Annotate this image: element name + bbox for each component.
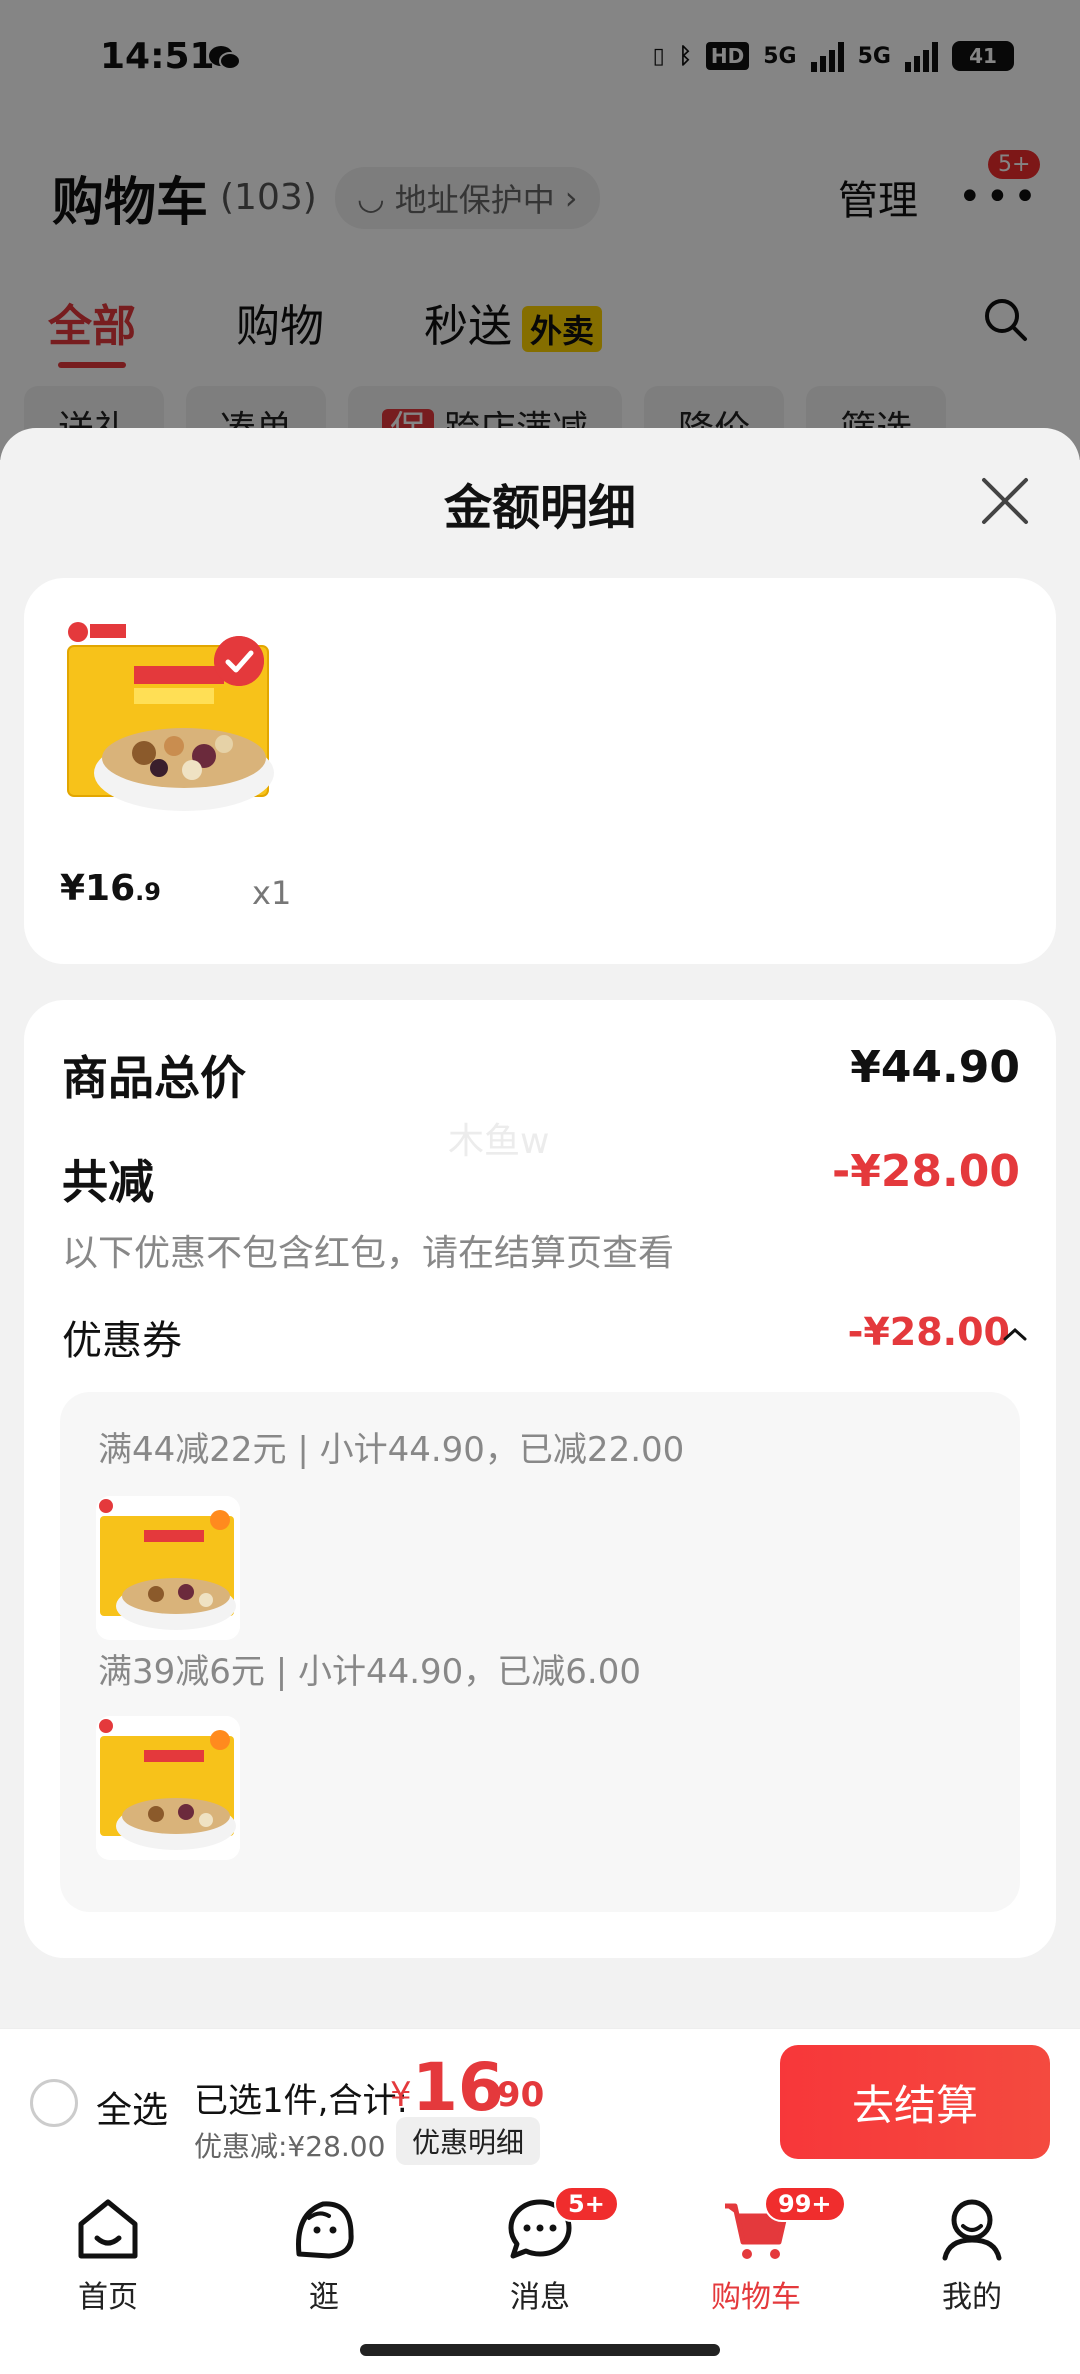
- nav-browse-label: 逛: [309, 2280, 339, 2315]
- coupon-value[interactable]: -¥28.00: [848, 1310, 1010, 1354]
- discount-details-button[interactable]: 优惠明细: [396, 2117, 541, 2165]
- bottom-nav: 首页 逛 5+ 消息 99+ 购物车 我的: [0, 2174, 1080, 2374]
- coupon-product-thumbnail-1: [96, 1496, 240, 1640]
- checkout-bar: 全选 已选1件,合计: ¥ 16 .90 优惠减:¥28.00 优惠明细 去结算: [0, 2028, 1080, 2174]
- nav-home[interactable]: 首页: [18, 2194, 198, 2316]
- nav-cart-label: 购物车: [711, 2280, 801, 2315]
- nav-home-label: 首页: [78, 2280, 138, 2315]
- select-all-radio[interactable]: [30, 2079, 78, 2127]
- nav-profile[interactable]: 我的: [882, 2194, 1062, 2316]
- coupon-details-box: 满44减22元 | 小计44.90，已减22.00 满39减6元 | 小计44.…: [60, 1392, 1020, 1912]
- browse-icon: [296, 2201, 354, 2259]
- nav-cart[interactable]: 99+ 购物车: [666, 2186, 846, 2316]
- checkout-button[interactable]: 去结算: [780, 2045, 1050, 2159]
- home-indicator[interactable]: [360, 2344, 720, 2356]
- amount-details-sheet: 金额明细 ¥16.9 x1 商品总价 ¥44.90 共减 -¥28.00 以下优…: [0, 428, 1080, 2028]
- coupon-product-thumbnail-2: [96, 1716, 240, 1860]
- total-currency: ¥: [390, 2075, 412, 2115]
- chevron-up-icon[interactable]: [1002, 1326, 1028, 1342]
- profile-icon: [942, 2199, 1002, 2261]
- close-icon[interactable]: [980, 476, 1030, 526]
- selected-check-icon: [214, 636, 264, 686]
- total-price-label: 商品总价: [62, 1051, 246, 1105]
- reduction-label: 共减: [62, 1155, 154, 1209]
- watermark: 木鱼w: [448, 1121, 550, 1162]
- product-quantity: x1: [252, 874, 292, 912]
- total-amount-dec: .90: [484, 2075, 545, 2115]
- reduction-value: -¥28.00: [831, 1146, 1020, 1197]
- sheet-title: 金额明细: [443, 480, 636, 536]
- product-price-int: ¥16: [60, 868, 136, 909]
- nav-messages[interactable]: 5+ 消息: [450, 2186, 630, 2316]
- total-price-value: ¥44.90: [850, 1042, 1020, 1093]
- product-card: ¥16.9 x1: [24, 578, 1056, 964]
- coupon-label[interactable]: 优惠券: [62, 1308, 182, 1366]
- modal-overlay[interactable]: [0, 0, 1080, 460]
- nav-browse[interactable]: 逛: [234, 2194, 414, 2316]
- selected-summary: 已选1件,合计:: [194, 2081, 408, 2121]
- nav-profile-label: 我的: [942, 2280, 1002, 2315]
- nav-messages-label: 消息: [510, 2280, 570, 2315]
- coupon-rule-1: 满44减22元 | 小计44.90，已减22.00: [98, 1430, 685, 1470]
- select-all-label[interactable]: 全选: [96, 2081, 168, 2133]
- discount-note: 以下优惠不包含红包，请在结算页查看: [62, 1233, 675, 1274]
- product-price-dec: .9: [135, 878, 161, 906]
- discount-summary: 优惠减:¥28.00: [194, 2130, 386, 2163]
- coupon-rule-2: 满39减6元 | 小计44.90，已减6.00: [98, 1652, 642, 1692]
- home-icon: [78, 2199, 138, 2259]
- messages-badge: 5+: [554, 2186, 619, 2222]
- product-price: ¥16.9: [60, 868, 161, 909]
- cart-badge: 99+: [764, 2186, 846, 2222]
